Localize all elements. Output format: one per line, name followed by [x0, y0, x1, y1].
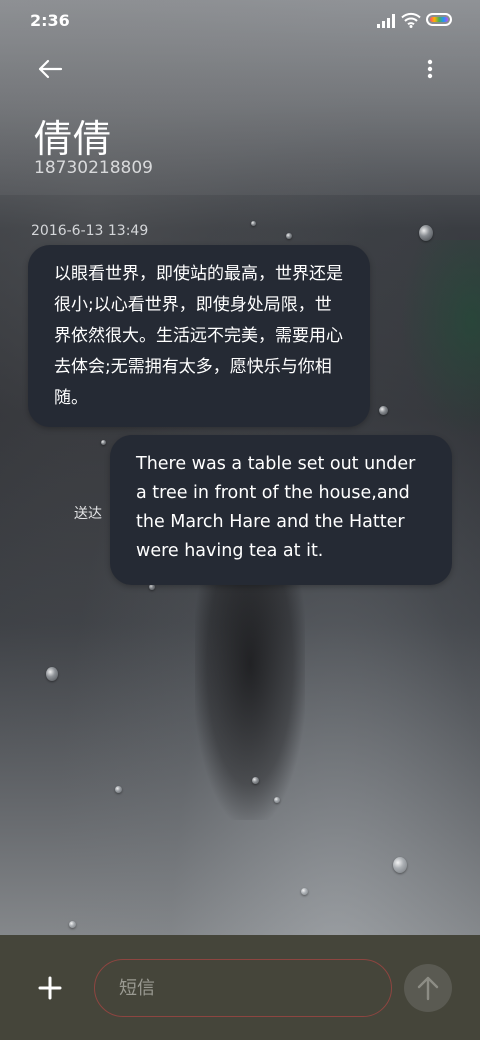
contact-name: 倩倩 — [34, 117, 113, 161]
water-drop — [69, 921, 76, 928]
water-drop — [274, 797, 280, 803]
incoming-message-bubble[interactable]: 以眼看世界，即使站的最高，世界还是很小;以心看世界，即使身处局限，世界依然很大。… — [28, 245, 370, 427]
send-arrow-up-icon — [417, 976, 439, 1001]
more-options-button[interactable] — [414, 52, 446, 86]
water-drop — [379, 406, 388, 415]
wifi-icon — [401, 12, 421, 28]
back-arrow-icon — [38, 59, 63, 79]
message-text: 以眼看世界，即使站的最高，世界还是很小;以心看世界，即使身处局限，世界依然很大。… — [54, 264, 343, 408]
send-button[interactable] — [404, 964, 452, 1012]
wallpaper-accent — [400, 240, 480, 440]
status-time: 2:36 — [30, 11, 70, 30]
signal-icon — [377, 14, 395, 28]
add-attachment-button[interactable] — [30, 966, 70, 1010]
contact-number: 18730218809 — [34, 158, 153, 178]
water-drop — [252, 777, 259, 784]
delivery-status: 送达 — [74, 506, 102, 522]
wallpaper-figure — [195, 560, 305, 820]
water-drop — [115, 786, 122, 793]
message-input-container — [94, 959, 392, 1017]
more-vert-icon — [427, 59, 433, 79]
message-timestamp: 2016-6-13 13:49 — [31, 223, 149, 239]
message-text: There was a table set out under a tree i… — [136, 454, 416, 561]
battery-icon — [426, 13, 452, 26]
water-drop — [419, 225, 433, 241]
plus-icon — [38, 976, 62, 1000]
water-drop — [286, 233, 292, 239]
message-input[interactable] — [117, 960, 371, 1017]
water-drop — [301, 888, 308, 895]
water-drop — [393, 857, 407, 873]
water-drop — [251, 221, 256, 226]
water-drop — [46, 667, 58, 681]
back-button[interactable] — [30, 52, 70, 86]
battery-level — [430, 17, 448, 22]
status-bar: 2:36 — [0, 0, 480, 42]
outgoing-message-bubble[interactable]: There was a table set out under a tree i… — [110, 435, 452, 585]
water-drop — [101, 440, 106, 445]
